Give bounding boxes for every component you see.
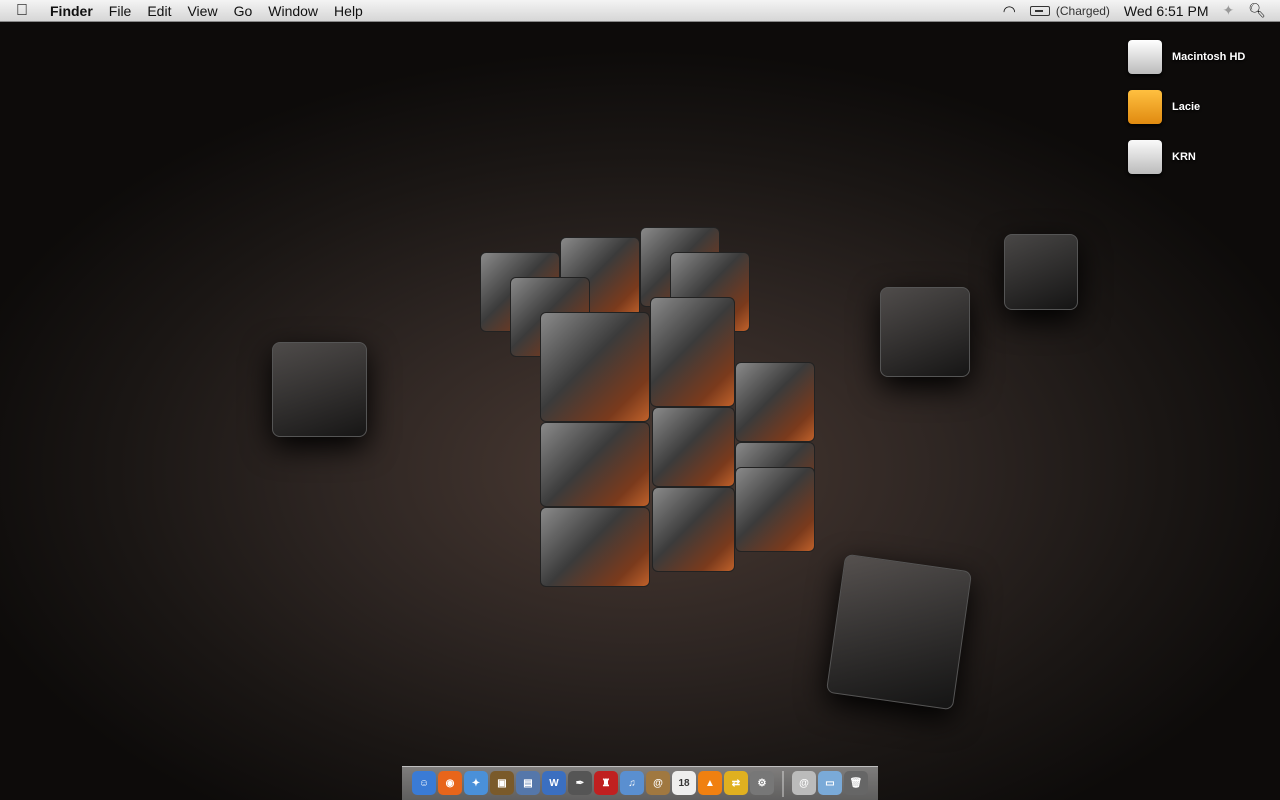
battery-icon <box>1029 5 1050 16</box>
menu-go[interactable]: Go <box>226 3 261 19</box>
menu-file[interactable]: File <box>101 3 140 19</box>
rubiks-cube <box>480 222 820 592</box>
bluetooth-icon[interactable]: ✦ <box>1222 2 1234 19</box>
dock-parallels-icon[interactable]: ⇄ <box>724 771 748 795</box>
desktop-wallpaper <box>0 22 1280 800</box>
desktop-icon-label: Lacie <box>1172 101 1201 113</box>
dock-vlc-icon[interactable]: ▲ <box>698 771 722 795</box>
battery-status-text: (Charged) <box>1055 3 1110 18</box>
menu-app-finder[interactable]: Finder <box>42 3 101 19</box>
desktop-icon-label: KRN <box>1172 151 1196 163</box>
dock-itunes-icon[interactable]: ♫ <box>620 771 644 795</box>
menu-view[interactable]: View <box>179 3 225 19</box>
menu-window[interactable]: Window <box>260 3 326 19</box>
menu-help[interactable]: Help <box>326 3 371 19</box>
desktop-icon-label: Macintosh HD <box>1172 51 1246 63</box>
dock-address-book-icon[interactable]: @ <box>646 771 670 795</box>
dock-ical-icon[interactable]: 18 <box>672 771 696 795</box>
dock-preview-icon[interactable]: ▤ <box>516 771 540 795</box>
desktop-icon-macintosh-hd[interactable]: Macintosh HD <box>1128 32 1254 82</box>
glass-cube <box>880 287 970 377</box>
dock-system-preferences-icon[interactable]: ⚙ <box>750 771 774 795</box>
firewire-drive-icon <box>1128 90 1162 124</box>
desktop-icon-lacie[interactable]: Lacie <box>1128 82 1254 132</box>
dock-word-icon[interactable]: W <box>542 771 566 795</box>
dock-red-app-icon[interactable]: ♜ <box>594 771 618 795</box>
dock-documents-folder-icon[interactable]: ▭ <box>818 771 842 795</box>
spotlight-search-icon[interactable]: 🔍︎ <box>1248 2 1266 19</box>
dock-downloads-stack-icon[interactable]: @ <box>792 771 816 795</box>
dock-safari-icon[interactable]: ✦ <box>464 771 488 795</box>
hard-drive-icon <box>1128 40 1162 74</box>
glass-cube <box>272 342 367 437</box>
glass-cube <box>825 553 973 711</box>
desktop-icon-krn[interactable]: KRN <box>1128 132 1254 182</box>
menu-bar:  Finder File Edit View Go Window Help ◠… <box>0 0 1280 22</box>
apple-menu-icon[interactable]:  <box>16 2 42 20</box>
dock-firefox-icon[interactable]: ◉ <box>438 771 462 795</box>
clock[interactable]: Wed 6:51 PM <box>1124 3 1209 19</box>
menu-edit[interactable]: Edit <box>139 3 179 19</box>
dock-finder-icon[interactable]: ☺ <box>412 771 436 795</box>
glass-cube <box>1004 234 1078 310</box>
dock-quill-app-icon[interactable]: ✒ <box>568 771 592 795</box>
usb-drive-icon <box>1128 140 1162 174</box>
dock-separator <box>782 771 784 797</box>
dock: ☺ ◉ ✦ ▣ ▤ W ✒ ♜ ♫ @18 ▲ ⇄ ⚙ @ ▭ 🗑 <box>402 766 878 800</box>
dock-trash-icon[interactable]: 🗑 <box>844 771 868 795</box>
wifi-icon[interactable]: ◠ <box>1003 2 1016 20</box>
dock-iphoto-icon[interactable]: ▣ <box>490 771 514 795</box>
battery-status[interactable]: (Charged) <box>1029 3 1110 18</box>
